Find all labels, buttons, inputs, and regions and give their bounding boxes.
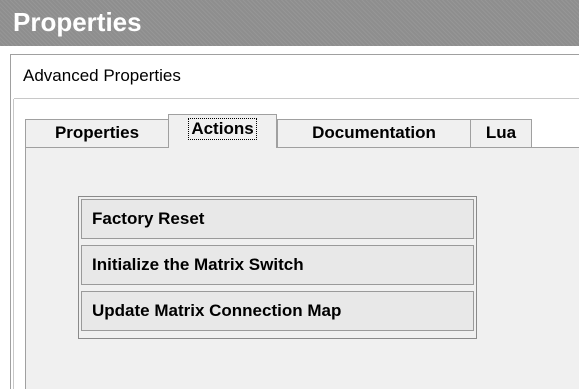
tab-lua-label: Lua	[485, 123, 517, 142]
window-title: Properties	[13, 7, 142, 37]
advanced-properties-label: Advanced Properties	[23, 66, 181, 85]
tab-properties-label: Properties	[54, 123, 140, 142]
tab-lua[interactable]: Lua	[470, 119, 532, 147]
properties-window: Properties Advanced Properties Propertie…	[0, 0, 579, 389]
title-bar: Properties	[0, 0, 579, 46]
tab-documentation-label: Documentation	[312, 123, 436, 142]
tab-actions-label: Actions	[188, 118, 257, 140]
factory-reset-button[interactable]: Factory Reset	[81, 199, 474, 239]
initialize-matrix-switch-button[interactable]: Initialize the Matrix Switch	[81, 245, 474, 285]
tab-documentation[interactable]: Documentation	[277, 119, 471, 147]
update-matrix-connection-map-button[interactable]: Update Matrix Connection Map	[81, 291, 474, 331]
left-border-inner	[13, 54, 14, 389]
left-border	[10, 54, 11, 389]
tab-properties[interactable]: Properties	[25, 119, 169, 147]
header-divider	[14, 98, 579, 99]
tab-actions[interactable]: Actions	[168, 114, 277, 148]
